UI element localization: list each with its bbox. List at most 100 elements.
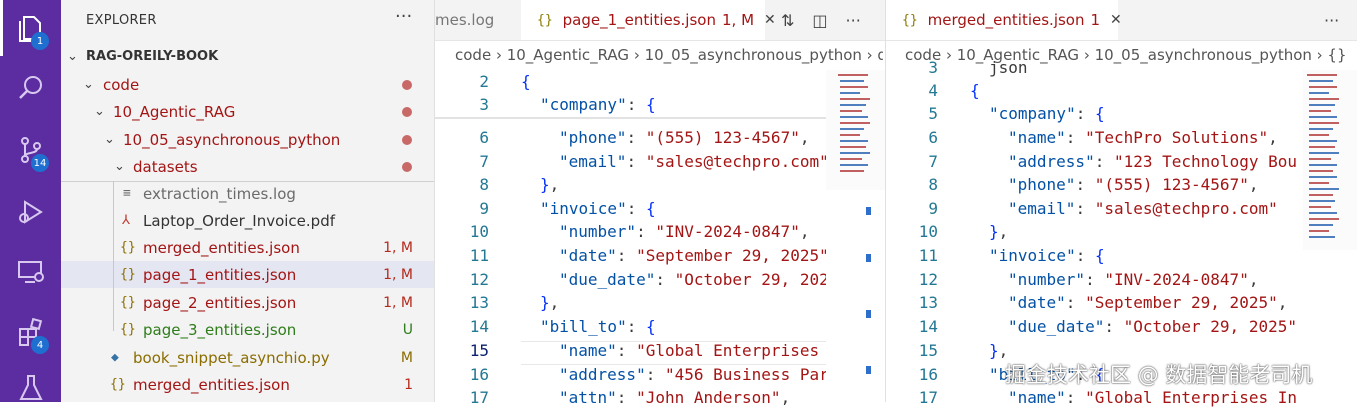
line-number: 12 <box>469 270 489 289</box>
close-icon[interactable]: ✕ <box>1110 12 1122 28</box>
code-line[interactable]: "number": "INV-2024-0847", <box>559 222 809 241</box>
line-number: 6 <box>479 128 489 147</box>
pdf-file-icon: ⅄ <box>122 213 130 228</box>
code-line[interactable]: "number": "INV-2024-0847", <box>1008 270 1258 289</box>
json-file-icon: {} <box>537 12 553 28</box>
left-breadcrumb[interactable]: code › 10_Agentic_RAG › 10_05_asynchrono… <box>455 46 883 64</box>
tree-file[interactable]: ≡ extraction_times.log <box>61 180 434 207</box>
close-icon[interactable]: ✕ <box>764 12 776 28</box>
explorer-title: EXPLORER <box>86 13 157 28</box>
remote-explorer-activity[interactable] <box>0 244 61 300</box>
flask-icon <box>18 375 43 400</box>
line-number: 3 <box>479 95 489 114</box>
file-label: book_snippet_asynchio.py <box>133 348 330 367</box>
line-number: 14 <box>918 317 938 336</box>
line-number: 15 <box>918 341 938 360</box>
code-line[interactable]: "email": "sales@techpro.com" <box>559 152 826 171</box>
code-line[interactable]: }, <box>989 222 1008 241</box>
code-line[interactable]: }, <box>540 293 559 312</box>
extensions-activity[interactable]: 4 <box>0 304 61 360</box>
tree-file[interactable]: {} page_1_entities.json 1, M <box>61 261 434 288</box>
chevron-down-icon: ⌄ <box>67 49 78 64</box>
tree-file[interactable]: {} page_3_entities.json U <box>61 316 434 343</box>
tree-root[interactable]: ⌄ RAG-OREILY-BOOK <box>61 43 434 70</box>
code-line[interactable]: "invoice": { <box>540 199 656 218</box>
overview-marker <box>866 310 871 318</box>
tab-page1-entities[interactable]: {} page_1_entities.json 1, M ✕ <box>521 0 776 40</box>
code-line[interactable]: "date": "September 29, 2025" <box>559 246 826 265</box>
tree-folder-async[interactable]: ⌄ 10_05_asynchronous_python <box>61 126 434 153</box>
editor-actions: ⇅ ◫ ··· <box>781 0 861 40</box>
line-number: 7 <box>928 152 938 171</box>
json-file-icon: {} <box>120 267 136 282</box>
tree-file[interactable]: ◆ book_snippet_asynchio.py M <box>61 344 434 371</box>
code-line[interactable]: "name": "Global Enterprises <box>559 341 826 360</box>
modified-dot <box>402 161 412 172</box>
tree-file[interactable]: {} merged_entities.json 1, M <box>61 234 434 261</box>
root-label: RAG-OREILY-BOOK <box>86 49 219 64</box>
code-line[interactable]: "bill_to": { <box>540 317 656 336</box>
log-file-icon: ≡ <box>123 186 131 201</box>
right-breadcrumb[interactable]: code › 10_Agentic_RAG › 10_05_asynchrono… <box>905 46 1355 64</box>
open-changes-icon[interactable]: ⇅ <box>781 11 794 30</box>
line-number: 17 <box>469 388 489 407</box>
watermark: 掘金技术社区 @ 数据智能老司机 <box>1005 363 1313 387</box>
right-minimap[interactable] <box>1303 70 1357 250</box>
line-number: 11 <box>918 246 938 265</box>
code-line[interactable]: "due_date": "October 29, 202 <box>559 270 826 289</box>
code-line[interactable]: { <box>970 81 980 100</box>
sticky-scroll-shadow <box>435 117 826 119</box>
source-control-activity[interactable]: 14 <box>0 122 61 178</box>
explorer-more-icon[interactable]: ··· <box>395 6 412 27</box>
code-line[interactable]: "due_date": "October 29, 2025" <box>1008 317 1297 336</box>
line-number: 5 <box>928 104 938 123</box>
python-file-icon: ◆ <box>111 350 119 365</box>
remote-explorer-icon <box>17 261 44 283</box>
json-file-icon: {} <box>120 322 136 337</box>
code-line[interactable]: "company": { <box>989 104 1105 123</box>
code-line[interactable]: "phone": "(555) 123-4567", <box>559 128 819 147</box>
tree-file[interactable]: {} merged_entities.json 1 <box>61 371 434 398</box>
code-line[interactable]: "attn": "John Anderson", <box>559 388 790 407</box>
tab-merged-entities[interactable]: {} merged_entities.json 1 ✕ <box>886 0 1122 40</box>
code-line[interactable]: "email": "sales@techpro.com" <box>1008 199 1278 218</box>
chevron-down-icon: ⌄ <box>83 77 94 92</box>
tree-file[interactable]: ⅄ Laptop_Order_Invoice.pdf <box>61 207 434 234</box>
file-status: U <box>402 321 413 338</box>
chevron-down-icon: ⌄ <box>94 104 105 119</box>
code-line[interactable]: }, <box>989 341 1008 360</box>
line-number: 14 <box>469 317 489 336</box>
tree-folder-code[interactable]: ⌄ code <box>61 71 434 98</box>
code-line[interactable]: "address": "456 Business Par <box>559 365 826 384</box>
code-line[interactable]: { <box>521 72 531 91</box>
tree-file[interactable]: {} page_2_entities.json 1, M <box>61 289 434 316</box>
explorer-activity[interactable]: 1 <box>0 0 61 56</box>
line-number: 11 <box>469 246 489 265</box>
line-number: 4 <box>928 81 938 100</box>
tab-extraction-log[interactable]: mes.log <box>435 0 519 40</box>
testing-activity[interactable] <box>0 360 61 416</box>
tree-folder-agentic[interactable]: ⌄ 10_Agentic_RAG <box>61 98 434 125</box>
line-number: 9 <box>479 199 489 218</box>
split-editor-icon[interactable]: ◫ <box>812 11 827 30</box>
more-actions-icon[interactable]: ··· <box>1324 11 1339 30</box>
file-status: 1, M <box>383 239 413 256</box>
tree-folder-datasets[interactable]: ⌄ datasets <box>61 153 434 180</box>
code-line[interactable]: }, <box>540 175 559 194</box>
code-line[interactable]: "invoice": { <box>989 246 1105 265</box>
line-number: 2 <box>479 72 489 91</box>
search-activity[interactable] <box>0 60 61 116</box>
left-minimap[interactable] <box>826 70 885 190</box>
code-line[interactable]: "address": "123 Technology Bou <box>1008 152 1297 171</box>
chevron-down-icon: ⌄ <box>114 159 125 174</box>
code-line[interactable]: "name": "TechPro Solutions", <box>1008 128 1278 147</box>
code-line[interactable]: "name": "Global Enterprises In <box>1008 388 1297 407</box>
code-line[interactable]: "phone": "(555) 123-4567", <box>1008 175 1258 194</box>
more-actions-icon[interactable]: ··· <box>846 11 861 30</box>
code-line[interactable]: json <box>989 58 1028 77</box>
code-line[interactable]: "company": { <box>540 95 656 114</box>
overview-marker <box>866 254 871 262</box>
run-debug-activity[interactable] <box>0 184 61 240</box>
code-line[interactable]: "date": "September 29, 2025", <box>1008 293 1287 312</box>
file-status: 1 <box>404 376 413 393</box>
